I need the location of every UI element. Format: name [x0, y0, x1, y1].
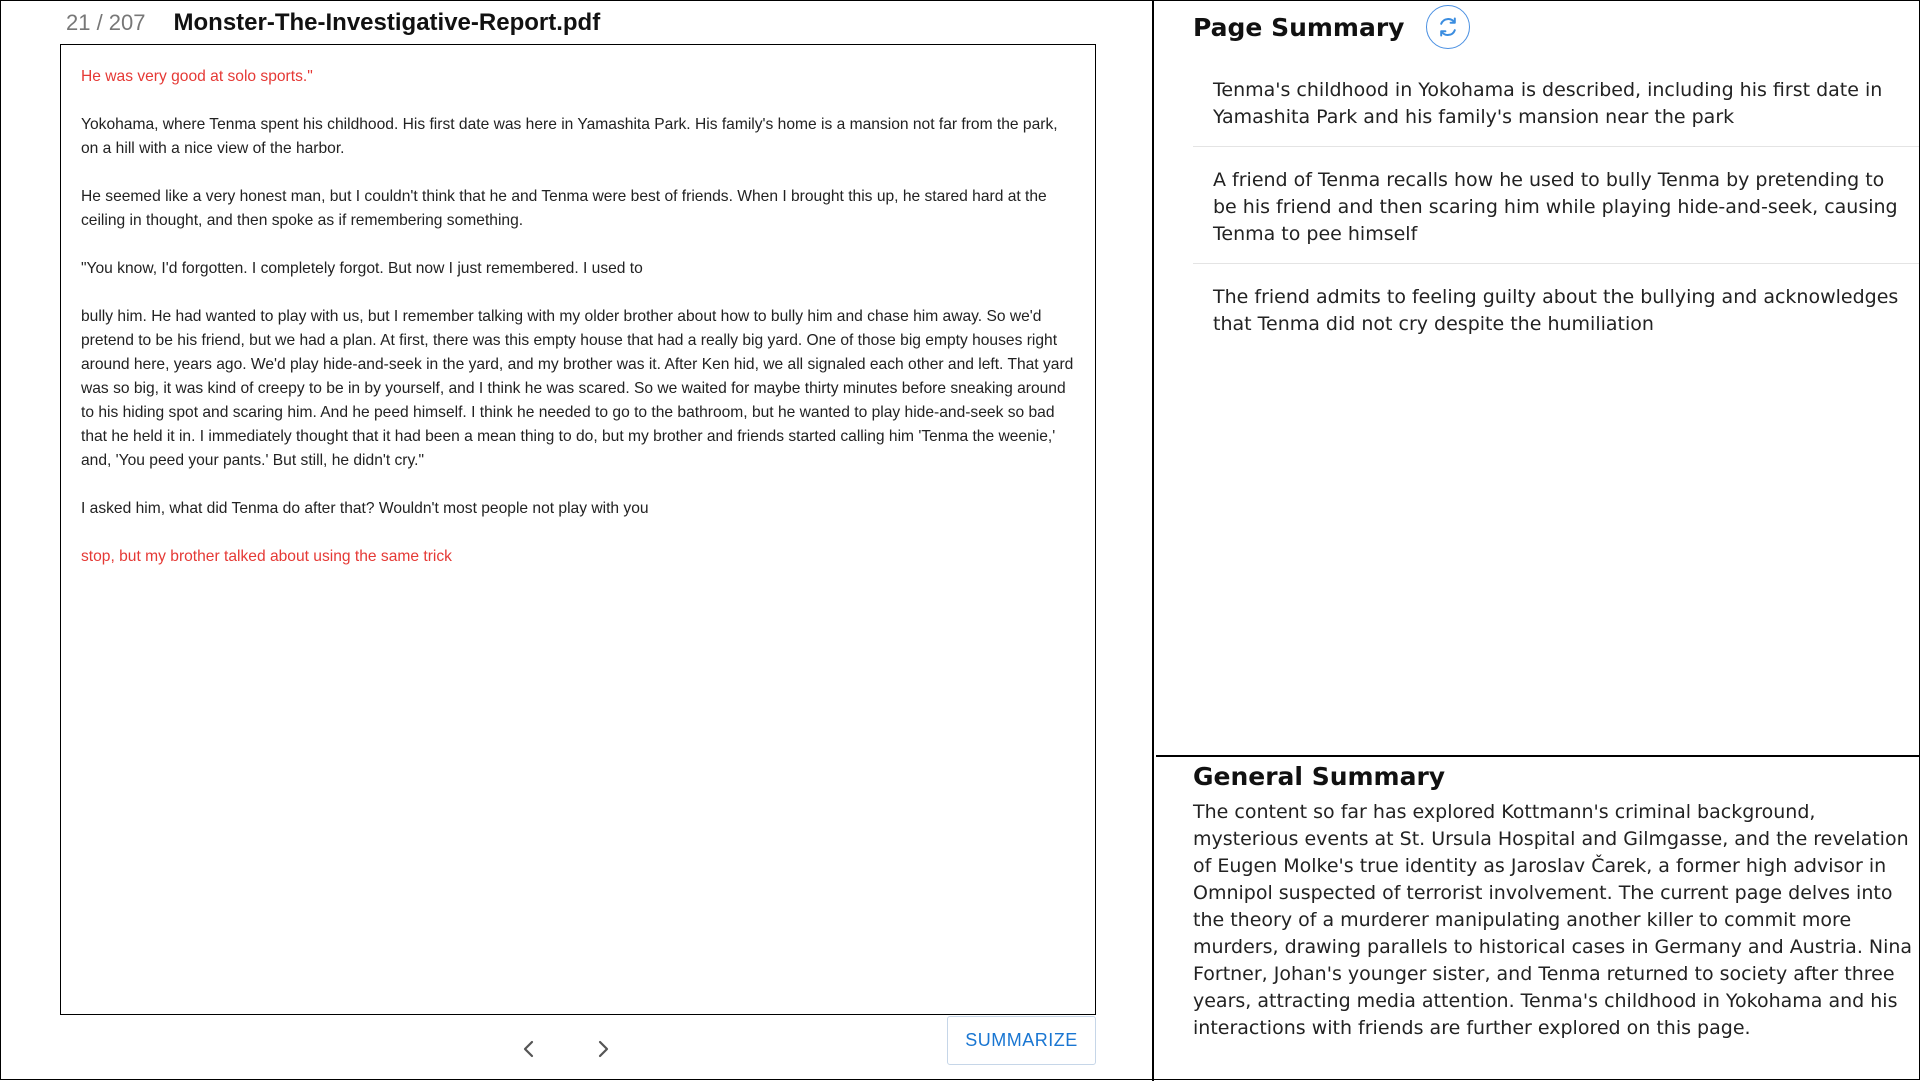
chevron-left-icon — [523, 1040, 534, 1058]
doc-paragraph: Yokohama, where Tenma spent his childhoo… — [81, 116, 1058, 157]
page-counter: 21 / 207 — [66, 10, 146, 35]
doc-paragraph: stop, but my brother talked about using … — [81, 548, 452, 565]
page-summary-list: Tenma's childhood in Yokohama is describ… — [1193, 67, 1919, 353]
doc-paragraph: He seemed like a very honest man, but I … — [81, 188, 1047, 229]
previous-page-button[interactable] — [515, 1035, 543, 1063]
page-summary-title: Page Summary — [1193, 12, 1405, 42]
refresh-summary-button[interactable] — [1426, 5, 1471, 49]
summary-pane: Page Summary Tenma's childhood in Yokoha… — [1156, 1, 1920, 1081]
chevron-right-icon — [598, 1040, 609, 1058]
general-summary-title: General Summary — [1193, 762, 1446, 791]
page-summary-header: Page Summary — [1193, 5, 1471, 49]
general-summary-text: The content so far has explored Kottmann… — [1193, 801, 1913, 1039]
doc-paragraph: He was very good at solo sports." — [81, 68, 313, 85]
app-window: 21 / 207 Monster-The-Investigative-Repor… — [0, 0, 1920, 1081]
pdf-viewer-pane: 21 / 207 Monster-The-Investigative-Repor… — [1, 1, 1154, 1081]
doc-paragraph: I asked him, what did Tenma do after tha… — [81, 500, 649, 517]
list-item: The friend admits to feeling guilty abou… — [1213, 286, 1899, 335]
summarize-button[interactable]: SUMMARIZE — [947, 1016, 1096, 1065]
doc-paragraph: bully him. He had wanted to play with us… — [81, 308, 1074, 469]
page-summary-section: Page Summary Tenma's childhood in Yokoha… — [1156, 1, 1920, 757]
document-title: Monster-The-Investigative-Report.pdf — [173, 9, 601, 36]
list-item: Tenma's childhood in Yokohama is describ… — [1193, 67, 1919, 147]
list-item: A friend of Tenma recalls how he used to… — [1193, 147, 1919, 264]
general-summary-section: General Summary The content so far has e… — [1156, 759, 1920, 1081]
document-page[interactable]: He was very good at solo sports." Yokoha… — [60, 44, 1096, 1015]
next-page-button[interactable] — [589, 1035, 617, 1063]
refresh-icon — [1440, 17, 1457, 37]
document-header: 21 / 207 Monster-The-Investigative-Repor… — [66, 9, 600, 39]
doc-paragraph: "You know, I'd forgotten. I completely f… — [81, 260, 643, 277]
